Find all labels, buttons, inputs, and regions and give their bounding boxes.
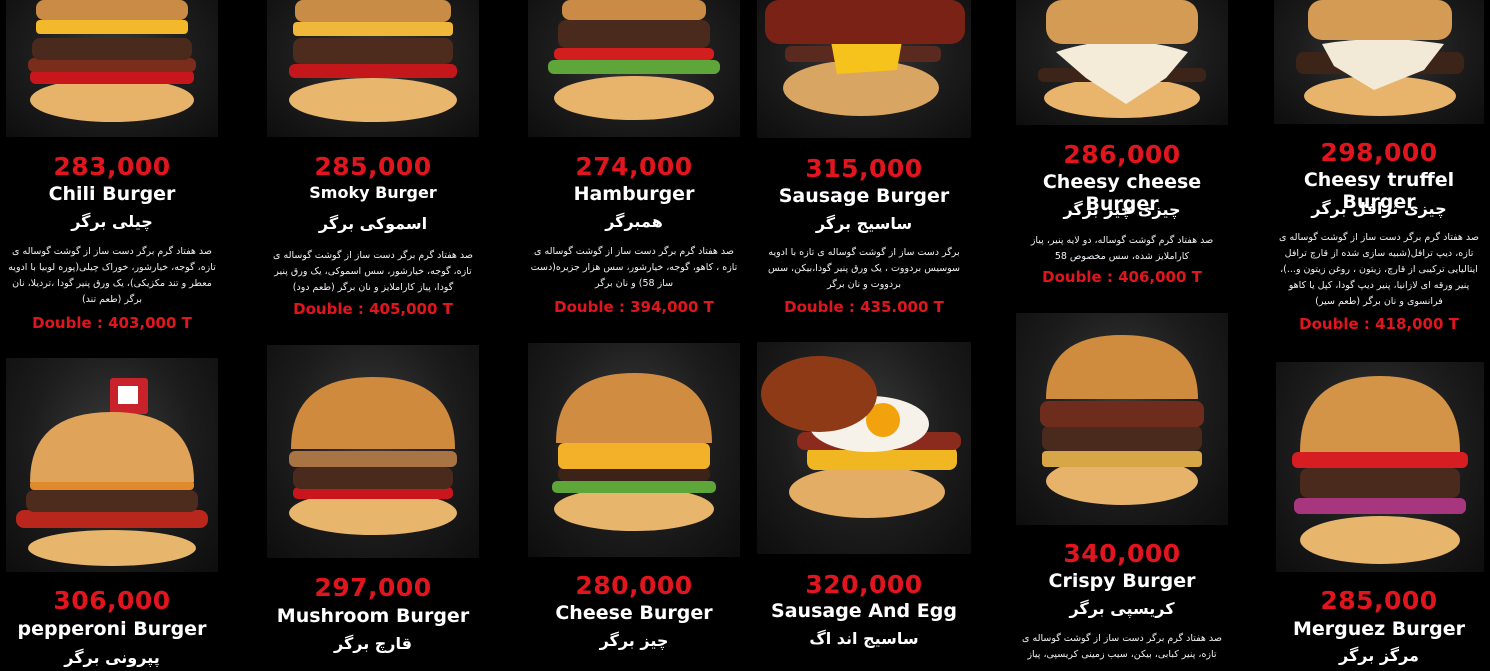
item-name-en: Cheese Burger [555,602,713,624]
item-name-fa: چیزی چیز برگر [1063,200,1181,219]
price: 298,000 [1320,138,1438,167]
menu-item-sausage-and-egg[interactable]: 320,000 Sausage And Egg ساسیج اند اگ [752,342,976,671]
burger-photo[interactable] [757,342,971,554]
menu-item-crispy-burger[interactable]: 340,000 Crispy Burger کریسپی برگر صد هفت… [1010,313,1234,671]
item-name-en: Crispy Burger [1048,570,1196,592]
double-price: Double : 394,000 T [554,298,714,316]
item-name-fa: پپرونی برگر [64,648,160,667]
price: 286,000 [1063,140,1181,169]
item-description: صد هفتاد گرم گوشت گوساله، دو لایه پنیر، … [1030,235,1214,262]
item-name-fa: اسموکی برگر [318,214,428,233]
menu-item-mushroom-burger[interactable]: 297,000 Mushroom Burger قارچ برگر [261,345,485,671]
price: 315,000 [805,154,923,183]
menu-item-cheesy-cheese-burger[interactable]: 286,000 Cheesy cheese Burger چیزی چیز بر… [1010,0,1234,300]
burger-photo[interactable] [267,0,479,137]
item-name-en: Hamburger [573,183,695,205]
double-price: Double : 405,000 T [293,300,453,318]
burger-photo[interactable] [1274,0,1484,124]
item-name-fa: چیلی برگر [71,212,153,231]
item-name-en: Chili Burger [48,183,176,205]
item-name-fa: چیز برگر [599,631,669,650]
burger-photo[interactable] [267,345,479,558]
item-name-en: Smoky Burger [309,183,437,202]
item-name-fa: ساسیج برگر [815,214,913,233]
item-name-en: pepperoni Burger [17,618,207,640]
item-description: صد هفتاد گرم برگر دست ساز از گوشت گوساله… [530,246,738,289]
item-description: صد هفتاد گرم برگر دست ساز از گوشت گوساله… [273,250,473,293]
price: 274,000 [575,152,693,181]
menu-item-smoky-burger[interactable]: 285,000 Smoky Burger اسموکی برگر صد هفتا… [261,0,485,330]
item-name-fa: همبرگر [605,212,663,231]
price: 283,000 [53,152,171,181]
item-name-fa: قارچ برگر [333,634,412,653]
item-description: صد هفتاد گرم برگر دست ساز از گوشت گوساله… [8,246,216,305]
burger-photo[interactable] [6,0,218,137]
item-name-en: Sausage And Egg [771,600,957,622]
burger-photo[interactable] [1276,362,1484,572]
menu-item-cheese-burger[interactable]: 280,000 Cheese Burger چیز برگر [522,343,746,671]
burger-photo[interactable] [528,343,740,557]
price: 320,000 [805,570,923,599]
double-price: Double : 418,000 T [1299,315,1459,333]
item-name-fa: چیزی ترافل برگر [1311,199,1447,218]
item-description: صد هفتاد گرم برگر دست ساز از گوشت گوساله… [1022,633,1222,660]
item-name-fa: مرگز برگر [1339,646,1419,665]
burger-photo[interactable] [6,358,218,572]
burger-photo[interactable] [528,0,740,137]
menu-item-chili-burger[interactable]: 283,000 Chili Burger چیلی برگر صد هفتاد … [0,0,224,340]
double-price: Double : 406,000 T [1042,268,1202,286]
burger-photo[interactable] [1016,313,1228,525]
item-description: برگر دست ساز از گوشت گوساله ی تازه با اد… [767,247,961,290]
price: 306,000 [53,586,171,615]
menu-item-cheesy-truffel-burger[interactable]: 298,000 Cheesy truffel Burger چیزی ترافل… [1268,0,1490,340]
menu-item-merguez-burger[interactable]: 285,000 Merguez Burger مرگز برگر [1268,362,1490,671]
price: 340,000 [1063,539,1181,568]
item-name-en: Sausage Burger [778,185,950,207]
item-name-en: Mushroom Burger [276,605,470,627]
menu-item-sausage-burger[interactable]: 315,000 Sausage Burger ساسیج برگر برگر د… [752,0,976,330]
item-name-fa: ساسیج اند اگ [809,629,919,648]
menu-item-pepperoni-burger[interactable]: 306,000 pepperoni Burger پپرونی برگر [0,358,224,671]
menu-item-hamburger[interactable]: 274,000 Hamburger همبرگر صد هفتاد گرم بر… [522,0,746,330]
price: 285,000 [1320,586,1438,615]
burger-photo[interactable] [1016,0,1228,125]
price: 297,000 [314,573,432,602]
price: 280,000 [575,571,693,600]
item-name-en: Merguez Burger [1292,618,1466,640]
double-price: Double : 435.000 T [784,298,944,316]
price: 285,000 [314,152,432,181]
item-name-fa: کریسپی برگر [1069,599,1175,618]
burger-photo[interactable] [757,0,971,138]
double-price: Double : 403,000 T [32,314,192,332]
item-description: صد هفتاد گرم برگر دست ساز از گوشت گوساله… [1279,232,1479,307]
